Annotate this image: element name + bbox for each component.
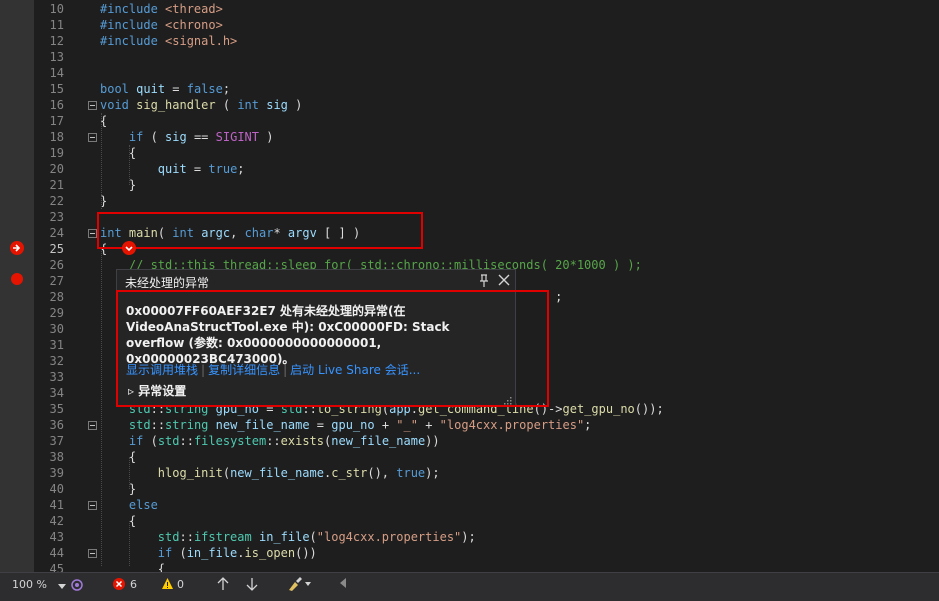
line-number: 26: [49, 258, 64, 272]
line-number: 12: [49, 34, 64, 48]
code-line[interactable]: if (in_file.is_open()): [100, 545, 317, 561]
warning-count[interactable]: 0: [177, 578, 184, 591]
exception-title: 未经处理的异常: [125, 276, 210, 290]
indent-guide: [101, 113, 102, 209]
line-number: 11: [49, 18, 64, 32]
code-line[interactable]: bool quit = false;: [100, 81, 230, 97]
code-line[interactable]: else: [100, 497, 158, 513]
line-number: 31: [49, 338, 64, 352]
close-icon[interactable]: [497, 272, 511, 286]
line-number: 40: [49, 482, 64, 496]
line-number: 33: [49, 370, 64, 384]
line-number: 38: [49, 450, 64, 464]
collapse-region-icon[interactable]: [88, 549, 97, 558]
code-line[interactable]: #include <signal.h>: [100, 33, 237, 49]
next-issue-icon[interactable]: [245, 576, 259, 595]
line-number: 21: [49, 178, 64, 192]
code-line[interactable]: void sig_handler ( int sig ): [100, 97, 302, 113]
indent-guide: [101, 249, 102, 566]
line-number: 19: [49, 146, 64, 160]
code-line[interactable]: {: [100, 449, 136, 465]
indent-guide: [129, 521, 130, 566]
collapse-region-icon[interactable]: [88, 421, 97, 430]
code-line[interactable]: {: [100, 561, 165, 572]
code-line[interactable]: if (std::filesystem::exists(new_file_nam…: [100, 433, 440, 449]
line-number: 42: [49, 514, 64, 528]
current-statement-breakpoint-icon[interactable]: [10, 241, 24, 255]
pin-icon[interactable]: [478, 273, 490, 287]
line-number: 30: [49, 322, 64, 336]
line-number: 17: [49, 114, 64, 128]
line-number: 27: [49, 274, 64, 288]
line-number: 20: [49, 162, 64, 176]
line-number: 15: [49, 82, 64, 96]
code-line[interactable]: quit = true;: [100, 161, 245, 177]
copilot-icon[interactable]: [70, 578, 84, 595]
exception-marker-icon[interactable]: [122, 241, 136, 255]
code-line[interactable]: }: [100, 481, 136, 497]
line-number: 36: [49, 418, 64, 432]
line-number: 41: [49, 498, 64, 512]
zoom-level[interactable]: 100 %: [12, 578, 47, 591]
zoom-dropdown-icon[interactable]: [58, 580, 66, 593]
highlight-box-exception: [116, 290, 549, 407]
code-line[interactable]: if ( sig == SIGINT ): [100, 129, 274, 145]
indent-guide: [129, 457, 130, 489]
code-line[interactable]: std::string new_file_name = gpu_no + "_"…: [100, 417, 592, 433]
line-number: 14: [49, 66, 64, 80]
line-number: 22: [49, 194, 64, 208]
scroll-left-icon[interactable]: [339, 577, 347, 592]
line-number: 25: [49, 242, 64, 256]
highlight-box-main-signature: [97, 212, 423, 249]
line-number: 29: [49, 306, 64, 320]
code-line[interactable]: #include <thread>: [100, 1, 223, 17]
previous-issue-icon[interactable]: [216, 576, 230, 595]
line-number: 45: [49, 562, 64, 572]
line-number: 23: [49, 210, 64, 224]
code-line[interactable]: {: [100, 145, 136, 161]
line-number: 24: [49, 226, 64, 240]
line-number: 28: [49, 290, 64, 304]
breakpoint-margin[interactable]: [0, 0, 34, 572]
collapse-region-icon[interactable]: [88, 133, 97, 142]
error-count[interactable]: 6: [130, 578, 137, 591]
collapse-region-icon[interactable]: [88, 229, 97, 238]
indent-guide: [129, 145, 130, 185]
line-number: 37: [49, 434, 64, 448]
line-number: 16: [49, 98, 64, 112]
line-number: 34: [49, 386, 64, 400]
code-line[interactable]: {: [100, 513, 136, 529]
line-number: 10: [49, 2, 64, 16]
code-line[interactable]: hlog_init(new_file_name.c_str(), true);: [100, 465, 440, 481]
breakpoint-icon[interactable]: [11, 273, 23, 285]
code-line[interactable]: #include <chrono>: [100, 17, 223, 33]
collapse-region-icon[interactable]: [88, 101, 97, 110]
code-line[interactable]: }: [100, 177, 136, 193]
code-cleanup-icon[interactable]: [287, 576, 313, 595]
error-icon[interactable]: [113, 578, 125, 590]
collapse-region-icon[interactable]: [88, 501, 97, 510]
line-number: 44: [49, 546, 64, 560]
line-number: 32: [49, 354, 64, 368]
line-number: 43: [49, 530, 64, 544]
line-number: 39: [49, 466, 64, 480]
line-number: 13: [49, 50, 64, 64]
editor-status-bar: 100 % 6 0: [0, 572, 939, 601]
warning-icon[interactable]: [161, 577, 174, 593]
code-line[interactable]: std::ifstream in_file("log4cxx.propertie…: [100, 529, 476, 545]
line-number: 35: [49, 402, 64, 416]
line-number: 18: [49, 130, 64, 144]
